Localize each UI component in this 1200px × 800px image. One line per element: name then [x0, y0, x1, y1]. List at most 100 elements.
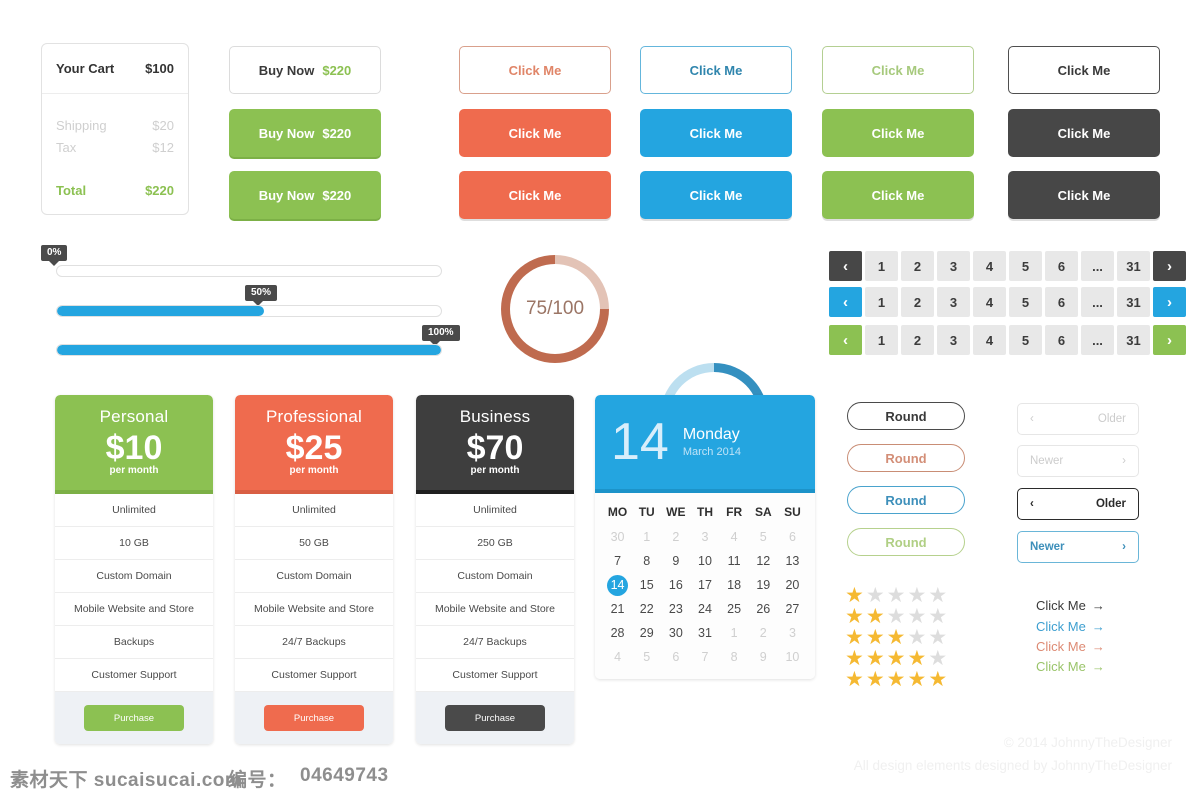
calendar-day[interactable]: 21	[603, 597, 632, 621]
star-filled-icon[interactable]: ★	[907, 648, 926, 669]
star-rating-row-4[interactable]: ★ ★ ★ ★ ★	[845, 648, 947, 669]
star-empty-icon[interactable]: ★	[866, 585, 885, 606]
click-me-button-blue-ghost[interactable]: Click Me	[640, 46, 792, 94]
calendar-day[interactable]: 15	[632, 573, 661, 597]
calendar-day-outside[interactable]: 8	[720, 645, 749, 669]
calendar-day[interactable]: 27	[778, 597, 807, 621]
calendar-day[interactable]: 30	[661, 621, 690, 645]
page-4[interactable]: 4	[973, 251, 1006, 281]
star-filled-icon[interactable]: ★	[866, 669, 885, 690]
page-6[interactable]: 6	[1045, 251, 1078, 281]
click-me-button-blue-raised[interactable]: Click Me	[640, 171, 792, 219]
star-rating-row-2[interactable]: ★ ★ ★ ★ ★	[845, 606, 947, 627]
page-31[interactable]: 31	[1117, 287, 1150, 317]
click-me-button-red-raised[interactable]: Click Me	[459, 171, 611, 219]
nav-button-older-disabled[interactable]: ‹ Older	[1017, 403, 1139, 435]
calendar-day[interactable]: 24	[690, 597, 719, 621]
purchase-button[interactable]: Purchase	[84, 705, 184, 731]
progress-bar-50[interactable]	[56, 305, 442, 317]
calendar-day-outside[interactable]: 1	[632, 525, 661, 549]
arrow-link-green[interactable]: Click Me →	[1036, 659, 1105, 674]
progress-bar-100[interactable]	[56, 344, 442, 356]
calendar-day-outside[interactable]: 4	[603, 645, 632, 669]
calendar-day-outside[interactable]: 3	[778, 621, 807, 645]
page-4[interactable]: 4	[973, 287, 1006, 317]
round-button-red[interactable]: Round	[847, 444, 965, 472]
calendar-day[interactable]: 23	[661, 597, 690, 621]
click-me-button-blue-solid[interactable]: Click Me	[640, 109, 792, 157]
star-empty-icon[interactable]: ★	[928, 627, 947, 648]
buy-now-button-ghost[interactable]: Buy Now $220	[229, 46, 381, 94]
star-empty-icon[interactable]: ★	[907, 606, 926, 627]
click-me-button-dark-ghost[interactable]: Click Me	[1008, 46, 1160, 94]
chevron-left-icon[interactable]: ‹	[829, 325, 862, 355]
star-rating-row-5[interactable]: ★ ★ ★ ★ ★	[845, 669, 947, 690]
nav-button-newer-disabled[interactable]: Newer ›	[1017, 445, 1139, 477]
calendar-day[interactable]: 13	[778, 549, 807, 573]
nav-button-newer[interactable]: Newer ›	[1017, 531, 1139, 563]
progress-bar-0[interactable]	[56, 265, 442, 277]
calendar-day[interactable]: 22	[632, 597, 661, 621]
calendar-day-outside[interactable]: 5	[749, 525, 778, 549]
calendar-day[interactable]: 8	[632, 549, 661, 573]
page-6[interactable]: 6	[1045, 325, 1078, 355]
click-me-button-red-solid[interactable]: Click Me	[459, 109, 611, 157]
star-filled-icon[interactable]: ★	[866, 648, 885, 669]
star-empty-icon[interactable]: ★	[907, 627, 926, 648]
chevron-right-icon[interactable]: ›	[1153, 251, 1186, 281]
page-3[interactable]: 3	[937, 251, 970, 281]
click-me-button-dark-raised[interactable]: Click Me	[1008, 171, 1160, 219]
page-31[interactable]: 31	[1117, 251, 1150, 281]
star-filled-icon[interactable]: ★	[928, 669, 947, 690]
calendar-day-outside[interactable]: 2	[661, 525, 690, 549]
calendar-day-outside[interactable]: 9	[749, 645, 778, 669]
calendar-day[interactable]: 7	[603, 549, 632, 573]
star-empty-icon[interactable]: ★	[928, 585, 947, 606]
calendar-day-outside[interactable]: 3	[690, 525, 719, 549]
calendar-day-outside[interactable]: 2	[749, 621, 778, 645]
calendar-day-selected[interactable]: 14	[603, 573, 632, 597]
calendar-day-outside[interactable]: 7	[690, 645, 719, 669]
star-filled-icon[interactable]: ★	[866, 606, 885, 627]
calendar-day[interactable]: 16	[661, 573, 690, 597]
calendar-day-outside[interactable]: 6	[778, 525, 807, 549]
star-filled-icon[interactable]: ★	[866, 627, 885, 648]
star-empty-icon[interactable]: ★	[887, 606, 906, 627]
page-5[interactable]: 5	[1009, 325, 1042, 355]
calendar-day-outside[interactable]: 1	[720, 621, 749, 645]
star-rating-row-3[interactable]: ★ ★ ★ ★ ★	[845, 627, 947, 648]
page-4[interactable]: 4	[973, 325, 1006, 355]
click-me-button-green-raised[interactable]: Click Me	[822, 171, 974, 219]
calendar-day-outside[interactable]: 5	[632, 645, 661, 669]
arrow-link-red[interactable]: Click Me →	[1036, 639, 1105, 654]
click-me-button-green-ghost[interactable]: Click Me	[822, 46, 974, 94]
buy-now-button-solid-2[interactable]: Buy Now $220	[229, 171, 381, 219]
purchase-button[interactable]: Purchase	[264, 705, 364, 731]
star-filled-icon[interactable]: ★	[845, 648, 864, 669]
nav-button-older[interactable]: ‹ Older	[1017, 488, 1139, 520]
star-filled-icon[interactable]: ★	[845, 585, 864, 606]
chevron-left-icon[interactable]: ‹	[829, 287, 862, 317]
calendar-day[interactable]: 18	[720, 573, 749, 597]
calendar-day[interactable]: 19	[749, 573, 778, 597]
page-31[interactable]: 31	[1117, 325, 1150, 355]
star-filled-icon[interactable]: ★	[845, 606, 864, 627]
star-rating-row-1[interactable]: ★ ★ ★ ★ ★	[845, 585, 947, 606]
star-empty-icon[interactable]: ★	[928, 648, 947, 669]
star-filled-icon[interactable]: ★	[907, 669, 926, 690]
page-2[interactable]: 2	[901, 287, 934, 317]
arrow-link-blue[interactable]: Click Me →	[1036, 619, 1105, 634]
calendar-day[interactable]: 10	[690, 549, 719, 573]
star-filled-icon[interactable]: ★	[887, 669, 906, 690]
calendar-day-outside[interactable]: 4	[720, 525, 749, 549]
arrow-link-dark[interactable]: Click Me →	[1036, 598, 1105, 613]
page-5[interactable]: 5	[1009, 251, 1042, 281]
purchase-button[interactable]: Purchase	[445, 705, 545, 731]
click-me-button-green-solid[interactable]: Click Me	[822, 109, 974, 157]
star-filled-icon[interactable]: ★	[845, 627, 864, 648]
page-3[interactable]: 3	[937, 325, 970, 355]
page-1[interactable]: 1	[865, 287, 898, 317]
calendar-day[interactable]: 31	[690, 621, 719, 645]
calendar-day[interactable]: 12	[749, 549, 778, 573]
page-5[interactable]: 5	[1009, 287, 1042, 317]
